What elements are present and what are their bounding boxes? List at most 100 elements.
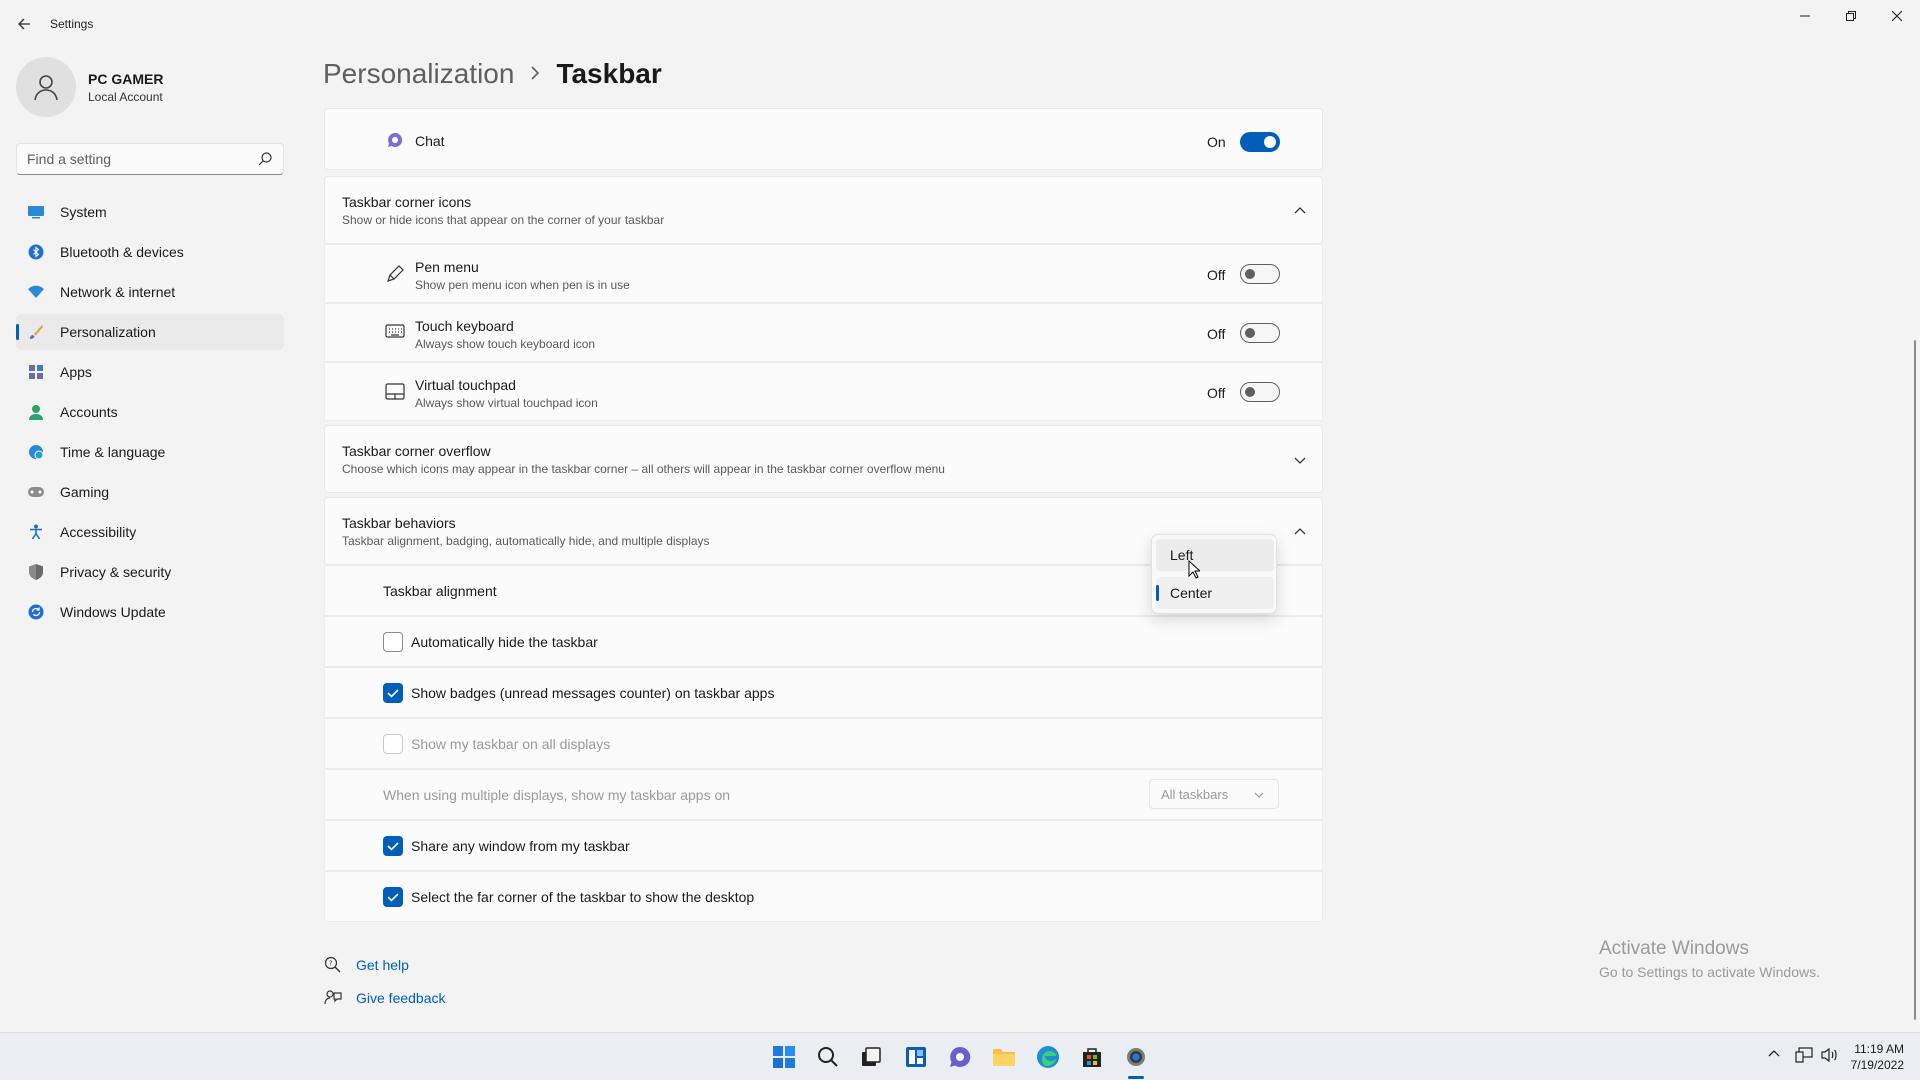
profile-name: PC GAMER [88,70,164,87]
sidebar-item-apps[interactable]: Apps [16,354,284,390]
apps-icon [26,362,46,382]
auto-hide-checkbox[interactable] [383,632,403,652]
sidebar-item-label: Bluetooth & devices [60,244,184,260]
teams-chat-button[interactable] [946,1043,974,1071]
shield-icon [26,562,46,582]
back-button[interactable] [12,12,36,36]
feedback-icon [324,990,342,1005]
chevron-up-icon[interactable] [1293,204,1307,218]
watermark-title: Activate Windows [1599,938,1749,959]
sidebar-item-label: Windows Update [60,604,166,620]
sidebar-item-accounts[interactable]: Accounts [16,394,284,430]
search-box [16,143,284,175]
share-window-checkbox[interactable] [383,836,403,856]
sidebar-item-accessibility[interactable]: Accessibility [16,514,284,550]
search-icon[interactable] [257,151,273,167]
alignment-option-left[interactable]: Left [1156,539,1274,571]
far-corner-checkbox[interactable] [383,887,403,907]
taskbar-clock[interactable]: 11:19 AM 7/19/2022 [1851,1041,1904,1073]
store-button[interactable] [1078,1043,1106,1071]
sidebar-item-label: Network & internet [60,284,176,300]
windows-taskbar: 11:19 AM 7/19/2022 [0,1032,1920,1080]
alignment-dropdown-menu: Left Center [1151,534,1277,614]
chevron-down-icon[interactable] [1293,453,1307,467]
virtual-touchpad-toggle[interactable] [1240,382,1280,402]
give-feedback-link[interactable]: Give feedback [324,989,446,1007]
chat-setting-row: Chat On [324,108,1323,170]
sidebar-item-label: Privacy & security [60,564,172,580]
sidebar-item-network[interactable]: Network & internet [16,274,284,310]
minimize-icon [1800,15,1810,17]
auto-hide-row: Automatically hide the taskbar [324,616,1323,667]
corner-icons-header[interactable]: Taskbar corner icons Show or hide icons … [324,176,1323,244]
sidebar-item-system[interactable]: System [16,194,284,230]
sidebar-item-bluetooth[interactable]: Bluetooth & devices [16,234,284,270]
corner-overflow-header[interactable]: Taskbar corner overflow Choose which ico… [324,425,1323,493]
scrollbar[interactable] [1914,340,1916,1020]
user-profile[interactable]: PC GAMER Local Account [16,57,163,117]
volume-icon[interactable] [1820,1047,1838,1066]
alignment-option-center[interactable]: Center [1156,577,1274,609]
folder-icon [993,1049,1015,1066]
get-help-link[interactable]: ? Get help [324,956,409,974]
network-icon[interactable] [1795,1047,1813,1066]
settings-taskbar-button[interactable] [1122,1043,1150,1071]
multi-display-select[interactable]: All taskbars [1149,779,1279,809]
give-feedback-label: Give feedback [356,990,446,1006]
corner-icons-subtitle: Show or hide icons that appear on the co… [342,213,665,227]
chat-toggle[interactable] [1240,132,1280,152]
badges-label: Show badges (unread messages counter) on… [411,685,775,701]
close-button[interactable] [1874,0,1920,32]
behaviors-title: Taskbar behaviors [342,515,456,531]
page-title: Taskbar [556,58,662,89]
search-input[interactable] [17,144,237,174]
start-button[interactable] [770,1043,798,1071]
sidebar-item-privacy[interactable]: Privacy & security [16,554,284,590]
app-title: Settings [50,17,94,31]
sidebar-item-label: Gaming [60,484,110,500]
sidebar-item-windows-update[interactable]: Windows Update [16,594,284,630]
wifi-icon [26,282,46,302]
virtual-touchpad-state: Off [1207,385,1226,401]
widgets-button[interactable] [902,1043,930,1071]
chevron-up-icon[interactable] [1767,1047,1781,1062]
sidebar-item-gaming[interactable]: Gaming [16,474,284,510]
breadcrumb-parent[interactable]: Personalization [323,58,514,90]
chat-icon [388,132,403,147]
chevron-down-icon [1254,792,1264,798]
sidebar-item-label: Time & language [60,444,166,460]
behaviors-subtitle: Taskbar alignment, badging, automaticall… [342,534,710,548]
restore-button[interactable] [1828,0,1874,32]
edge-button[interactable] [1034,1043,1062,1071]
task-view-button[interactable] [857,1043,885,1071]
checkmark-icon [387,842,399,851]
accessibility-icon [26,522,46,542]
touch-keyboard-state: Off [1207,326,1226,342]
taskbar-alignment-label: Taskbar alignment [383,583,497,599]
person-icon [26,402,46,422]
task-view-icon [862,1047,881,1066]
bluetooth-icon [26,242,46,262]
pen-menu-toggle[interactable] [1240,264,1280,284]
touch-keyboard-toggle[interactable] [1240,323,1280,343]
get-help-label: Get help [356,957,409,973]
minimize-button[interactable] [1782,0,1828,32]
sidebar-item-personalization[interactable]: Personalization [16,314,284,350]
back-arrow-icon [18,18,30,30]
pen-menu-label: Pen menu [415,259,479,275]
pen-icon [387,265,404,282]
sidebar-nav: System Bluetooth & devices Network & int… [16,194,284,634]
clock-date: 7/19/2022 [1850,1058,1904,1072]
chevron-up-icon[interactable] [1293,525,1307,539]
sidebar-item-label: Accessibility [60,524,137,540]
all-displays-checkbox[interactable] [383,734,403,754]
title-bar: Settings [0,0,1920,48]
file-explorer-button[interactable] [990,1043,1018,1071]
active-app-indicator [1128,1076,1144,1079]
activation-watermark: Activate Windows Go to Settings to activ… [1599,938,1820,980]
multi-display-value: All taskbars [1161,786,1229,802]
badges-checkbox[interactable] [383,683,403,703]
sidebar-item-time-language[interactable]: Time & language [16,434,284,470]
taskbar-search-button[interactable] [814,1043,842,1071]
virtual-touchpad-sub: Always show virtual touchpad icon [415,396,598,410]
